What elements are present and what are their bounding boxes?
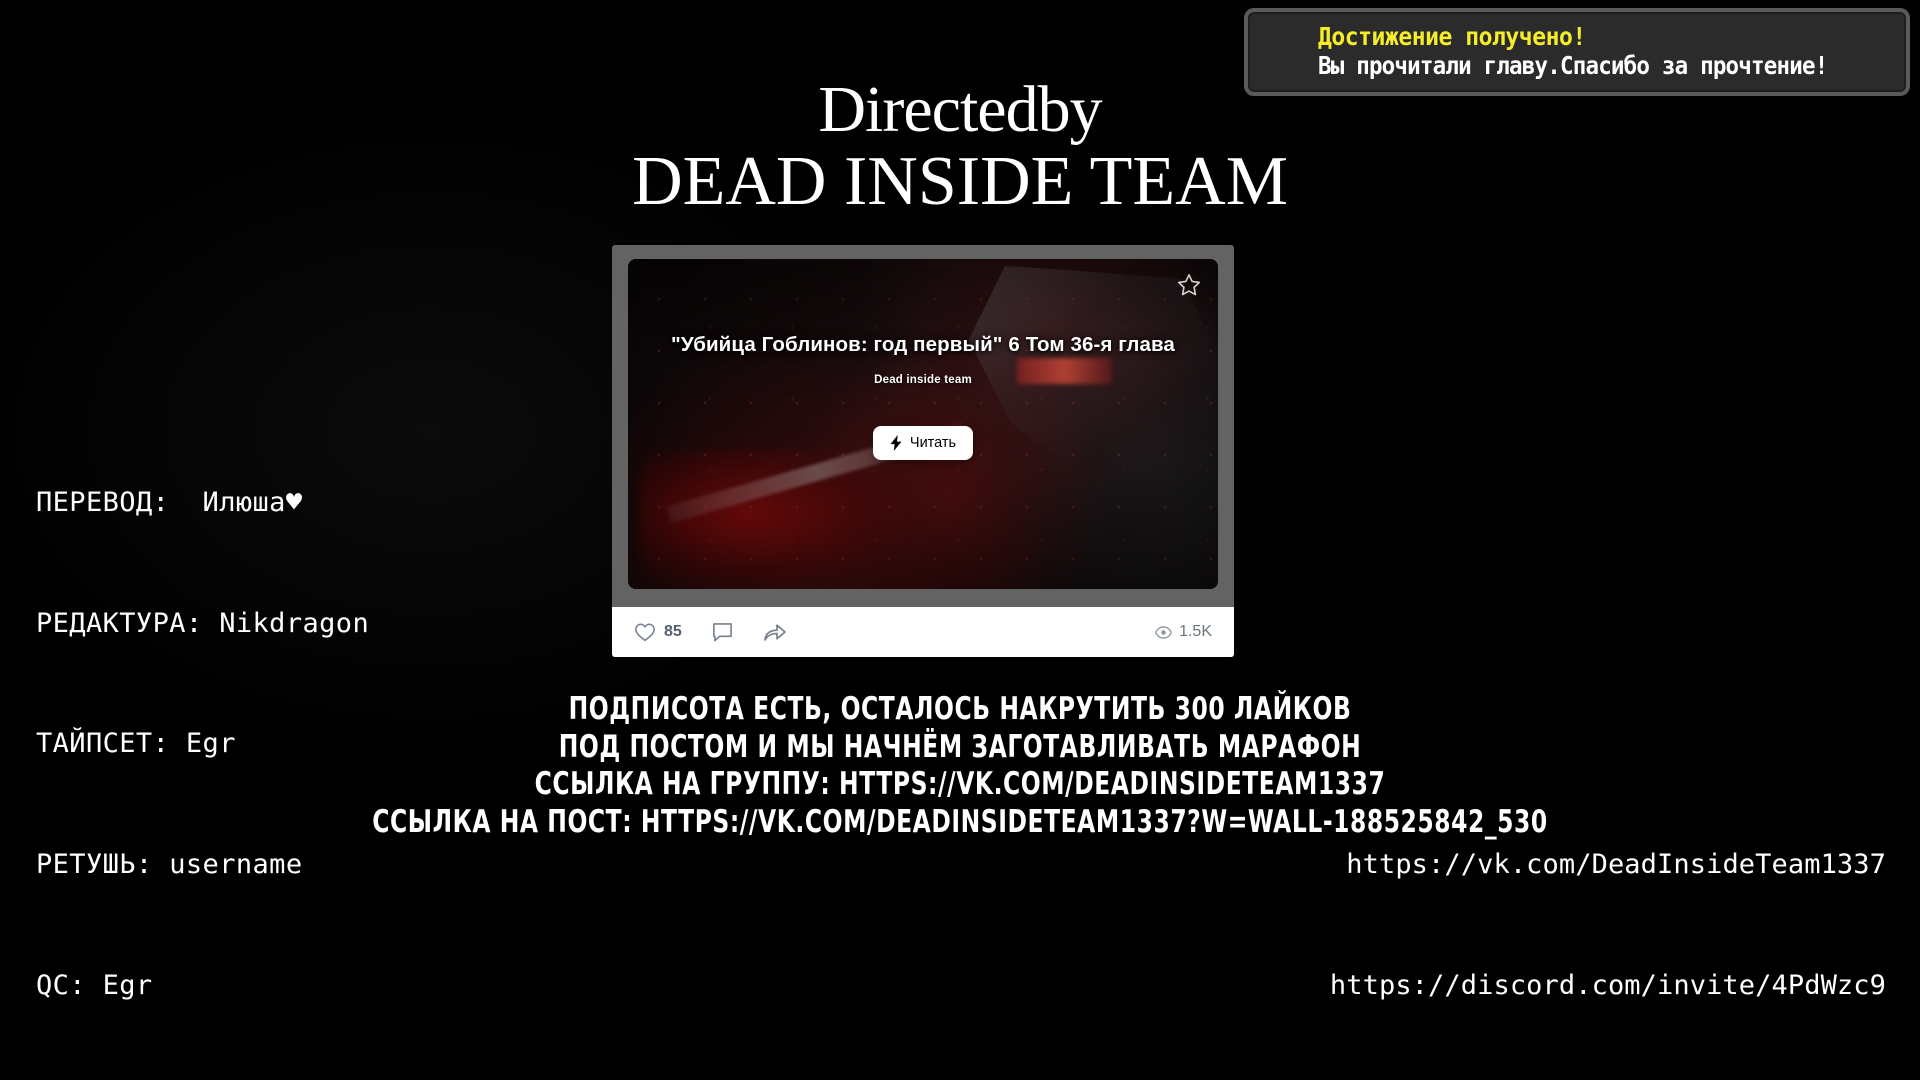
post-subtitle: Dead inside team [874,374,972,387]
translator-credits: ПЕРЕВОД: Илюша♥ РЕДАКТУРА: Nikdragon ТАЙ… [36,403,369,1047]
team-name-line: DEAD INSIDE TEAM [632,142,1288,220]
post-title: "Убийца Гоблинов: год первый" 6 Том 36-я… [671,333,1175,356]
credit-qc: QC: Egr [36,969,153,1001]
star-outline-icon[interactable] [1176,272,1202,298]
vk-post-card[interactable]: "Убийца Гоблинов: год первый" 6 Том 36-я… [612,245,1234,657]
like-control[interactable]: 85 [634,622,682,642]
comment-icon [712,622,732,641]
share-arrow-icon [763,623,786,641]
like-count: 85 [664,623,682,640]
social-links: https://vk.com/DeadInsideTeam1337 https:… [1330,764,1886,1046]
post-stats-bar: 85 1.5K [612,607,1234,657]
achievement-toast: Достижение получено! Вы прочитали главу.… [1244,8,1910,96]
credit-translation: ПЕРЕВОД: Илюша♥ [36,486,303,518]
directed-by-header: Directedby DEAD INSIDE TEAM [0,77,1920,221]
lightning-bolt-icon [890,435,902,452]
read-button-label: Читать [909,435,957,452]
credit-retouch: РЕТУШЬ: username [36,848,303,880]
credit-typeset: ТАЙПСЕТ: Egr [36,728,236,760]
comment-control[interactable] [712,622,733,643]
achievement-message: Вы прочитали главу.Спасибо за прочтение! [1318,51,1828,80]
vk-link[interactable]: https://vk.com/DeadInsideTeam1337 [1330,845,1886,885]
credit-editing: РЕДАКТУРА: Nikdragon [36,607,370,639]
read-button[interactable]: Читать [872,426,974,461]
heart-icon [635,623,655,642]
view-count-group: 1.5K [1155,623,1212,641]
share-control[interactable] [763,622,787,643]
post-media[interactable]: "Убийца Гоблинов: год первый" 6 Том 36-я… [628,259,1218,589]
post-overlay: "Убийца Гоблинов: год первый" 6 Том 36-я… [628,259,1218,589]
view-count: 1.5K [1179,623,1212,640]
achievement-title: Достижение получено! [1318,22,1586,52]
discord-link[interactable]: https://discord.com/invite/4PdWzc9 [1330,966,1886,1006]
eye-icon [1155,625,1172,639]
